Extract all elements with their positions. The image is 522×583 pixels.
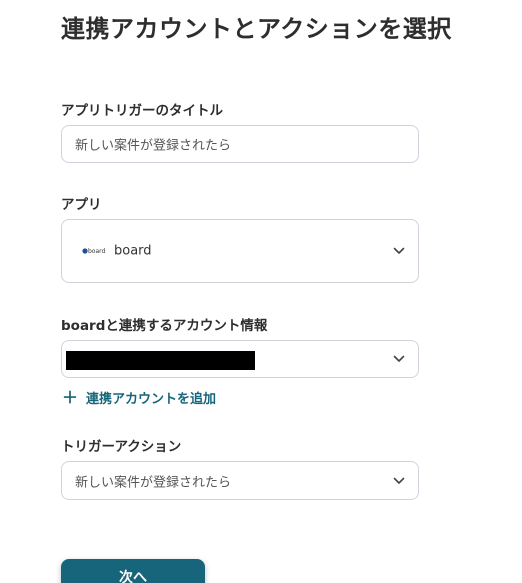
add-account-link[interactable]: ＋ 連携アカウントを追加: [62, 388, 216, 407]
account-select[interactable]: [61, 340, 419, 378]
app-label: アプリ: [61, 197, 102, 213]
add-account-label: 連携アカウントを追加: [86, 392, 217, 407]
chevron-down-icon: [393, 355, 405, 362]
app-name: board: [114, 243, 152, 259]
next-button[interactable]: 次へ: [61, 559, 205, 583]
redacted-account: [66, 351, 255, 370]
app-select[interactable]: board board: [61, 219, 419, 283]
board-logo-text: board: [88, 248, 106, 255]
account-label: boardと連携するアカウント情報: [61, 318, 268, 334]
trigger-title-label: アプリトリガーのタイトル: [61, 103, 223, 119]
trigger-action-label: トリガーアクション: [61, 439, 182, 455]
trigger-title-value: 新しい案件が登録されたら: [75, 138, 232, 154]
plus-icon: ＋: [62, 387, 79, 407]
trigger-title-input[interactable]: 新しい案件が登録されたら: [61, 125, 419, 163]
trigger-action-select[interactable]: 新しい案件が登録されたら: [61, 461, 419, 500]
page-title: 連携アカウントとアクションを選択: [61, 15, 452, 43]
page: 連携アカウントとアクションを選択 アプリトリガーのタイトル 新しい案件が登録され…: [0, 0, 522, 583]
chevron-down-icon: [393, 247, 405, 254]
trigger-action-value: 新しい案件が登録されたら: [75, 475, 232, 490]
board-logo-icon: board: [82, 248, 106, 255]
chevron-down-icon: [393, 477, 405, 484]
